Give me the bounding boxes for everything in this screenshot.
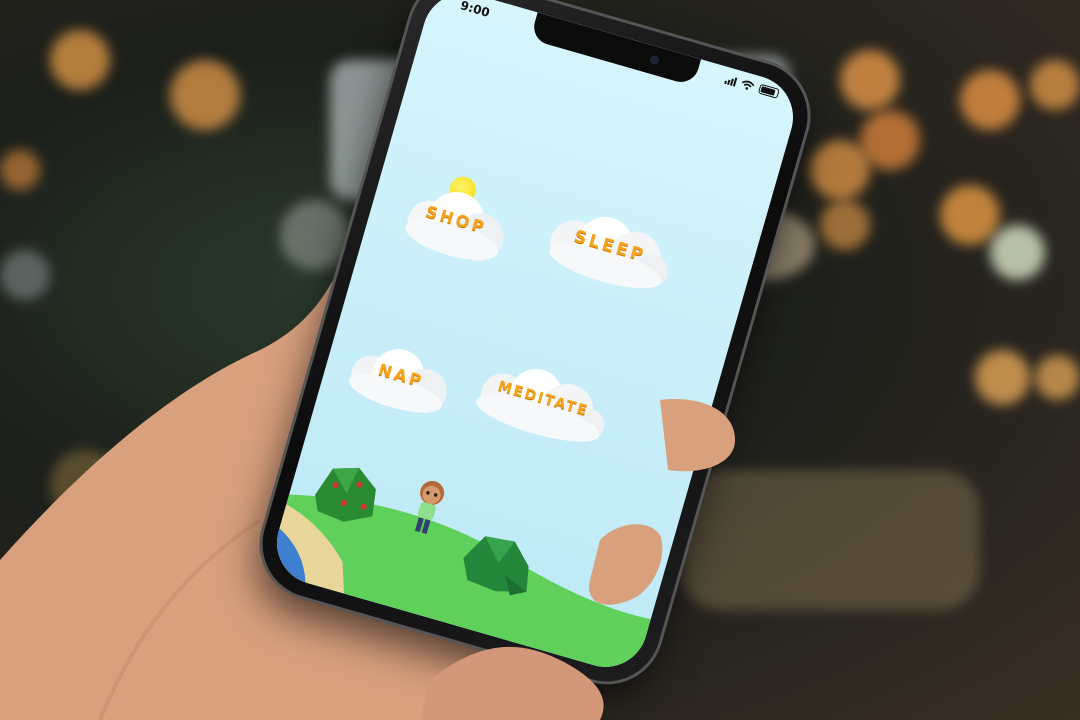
hand-fingers	[420, 399, 735, 720]
